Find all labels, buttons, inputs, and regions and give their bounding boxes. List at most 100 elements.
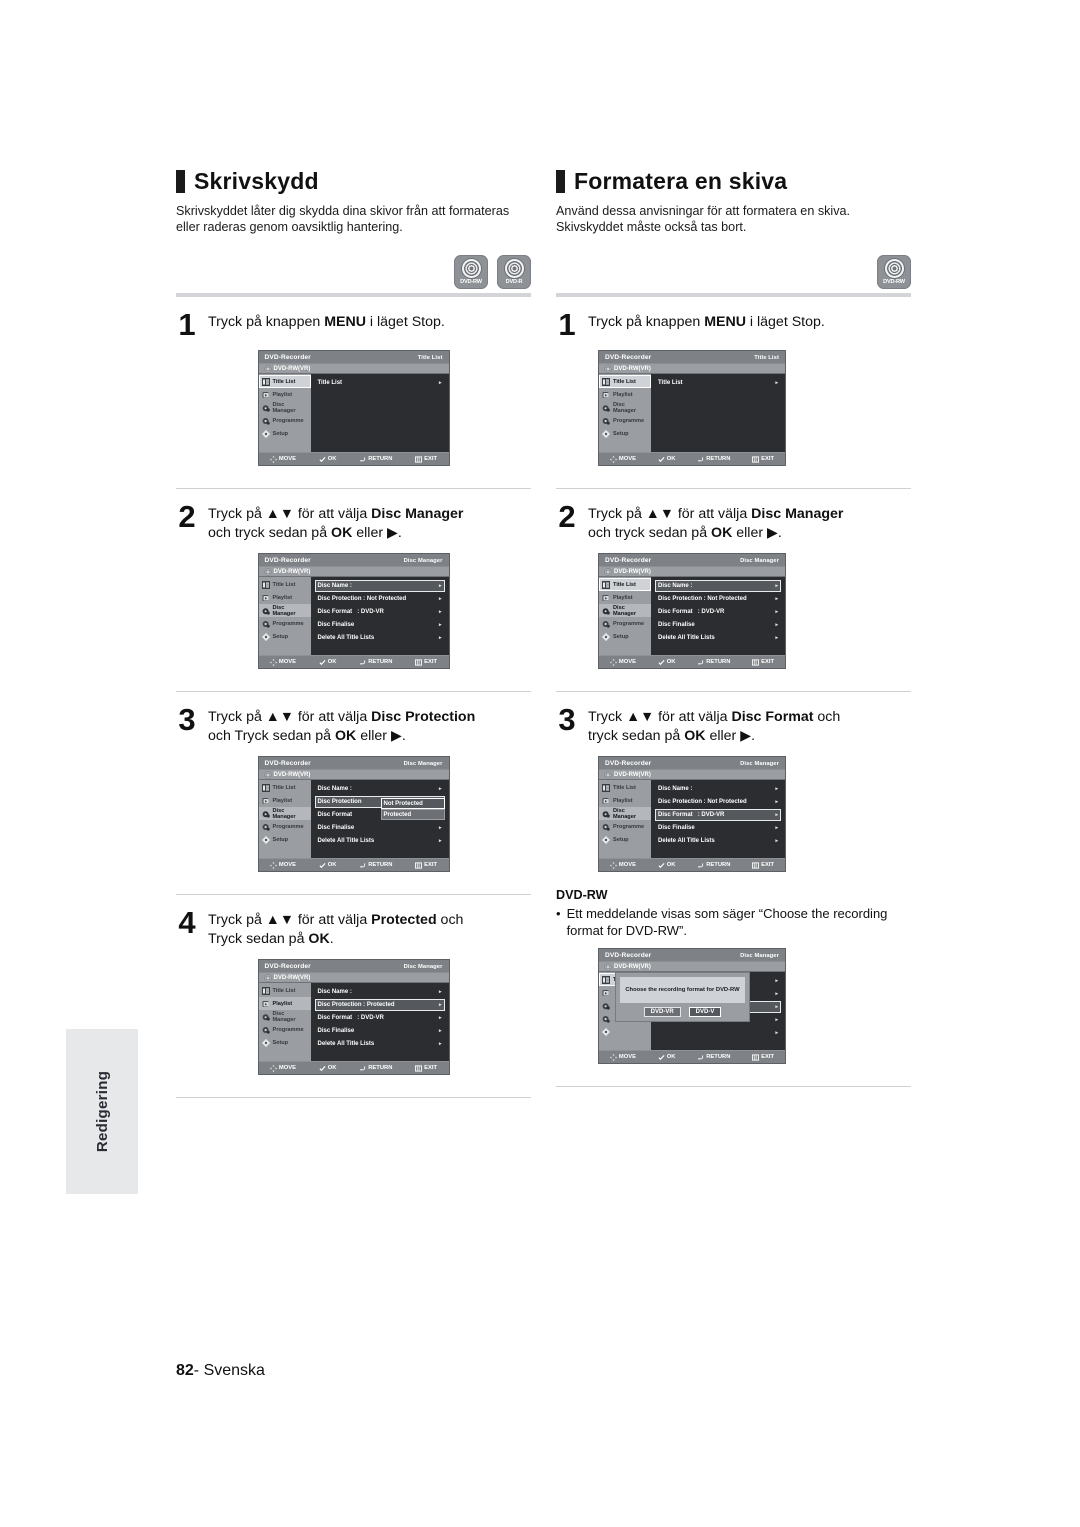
osd-row-disc-protection[interactable]: Disc Protection : Not Protected ▸ bbox=[655, 593, 781, 605]
dvd-vr-button[interactable]: DVD-VR bbox=[643, 1007, 681, 1017]
osd-footer-move[interactable]: MOVE bbox=[269, 861, 296, 869]
osd-footer-move[interactable]: MOVE bbox=[269, 1064, 296, 1072]
osd-footer-ok[interactable]: OK bbox=[319, 862, 336, 869]
osd-row-disc-finalise[interactable]: Disc Finalise ▸ bbox=[655, 619, 781, 631]
osd-footer-ok[interactable]: OK bbox=[319, 1065, 336, 1072]
osd-nav-title-list[interactable]: Title List bbox=[599, 781, 651, 794]
osd-row-delete-all[interactable]: Delete All Title Lists ▸ bbox=[315, 1038, 445, 1050]
osd-footer-exit[interactable]: EXIT bbox=[752, 658, 774, 666]
osd-nav-playlist[interactable]: Playlist bbox=[259, 794, 311, 807]
osd-row-disc-name[interactable]: Disc Name : ▸ bbox=[315, 986, 445, 998]
osd-nav-setup[interactable]: Setup bbox=[599, 833, 651, 846]
osd-footer-exit[interactable]: EXIT bbox=[752, 455, 774, 463]
osd-row-delete-all[interactable]: ▸ bbox=[655, 1027, 781, 1039]
osd-footer-return[interactable]: RETURN bbox=[697, 862, 730, 869]
osd-row-disc-finalise[interactable]: Disc Finalise ▸ bbox=[315, 822, 445, 834]
osd-row-disc-finalise[interactable]: Disc Finalise ▸ bbox=[315, 1025, 445, 1037]
osd-footer-ok[interactable]: OK bbox=[319, 456, 336, 463]
osd-nav-title-list[interactable]: Title List bbox=[599, 578, 651, 591]
osd-nav-playlist[interactable]: Playlist bbox=[599, 591, 651, 604]
osd-footer-return[interactable]: RETURN bbox=[359, 659, 392, 666]
osd-row-delete-all[interactable]: Delete All Title Lists ▸ bbox=[655, 632, 781, 644]
osd-footer-return[interactable]: RETURN bbox=[697, 1054, 730, 1061]
osd-footer-exit[interactable]: EXIT bbox=[415, 861, 437, 869]
osd-nav-title-list[interactable]: Title List bbox=[599, 375, 651, 388]
osd-row-delete-all[interactable]: Delete All Title Lists ▸ bbox=[655, 835, 781, 847]
osd-nav-disc-manager[interactable]: Disc Manager bbox=[259, 401, 311, 414]
osd-dropdown-disc-protection[interactable]: Not Protected Protected bbox=[380, 798, 445, 820]
osd-nav-title-list[interactable]: Title List bbox=[258, 375, 311, 388]
osd-row-title-list[interactable]: Title List ▸ bbox=[655, 377, 781, 389]
osd-nav-disc-manager[interactable]: Disc Manager bbox=[258, 604, 311, 617]
osd-nav-setup[interactable]: Setup bbox=[259, 427, 311, 440]
osd-nav-programme[interactable]: Programme bbox=[599, 820, 651, 833]
osd-footer-ok[interactable]: OK bbox=[658, 659, 675, 666]
osd-nav-disc-manager[interactable]: Disc Manager bbox=[258, 807, 311, 820]
osd-nav-programme[interactable]: Programme bbox=[259, 414, 311, 427]
osd-row-disc-format[interactable]: Disc Format : DVD-VR ▸ bbox=[315, 606, 445, 618]
osd-row-disc-finalise[interactable]: Disc Finalise ▸ bbox=[655, 822, 781, 834]
osd-nav-setup[interactable]: Setup bbox=[599, 427, 651, 440]
osd-nav-disc-manager[interactable]: Disc Manager bbox=[259, 1010, 311, 1023]
osd-footer-ok[interactable]: OK bbox=[319, 659, 336, 666]
osd-row-disc-name[interactable]: Disc Name : ▸ bbox=[314, 580, 445, 592]
osd-nav-playlist[interactable]: Playlist bbox=[258, 997, 311, 1010]
osd-nav-playlist[interactable]: Playlist bbox=[259, 388, 311, 401]
osd-nav-playlist[interactable]: Playlist bbox=[259, 591, 311, 604]
osd-footer-move[interactable]: MOVE bbox=[269, 455, 296, 463]
osd-footer-exit[interactable]: EXIT bbox=[752, 861, 774, 869]
osd-footer-move[interactable]: MOVE bbox=[609, 658, 636, 666]
osd-row-disc-protection[interactable]: Disc Protection : Protected ▸ bbox=[314, 999, 445, 1011]
osd-nav-setup[interactable]: Setup bbox=[259, 833, 311, 846]
osd-footer-move[interactable]: MOVE bbox=[609, 1053, 636, 1061]
osd-row-disc-format[interactable]: Disc Format : DVD-VR ▸ bbox=[315, 1012, 445, 1024]
osd-nav-programme[interactable]: Programme bbox=[599, 414, 651, 427]
osd-row-disc-format[interactable]: Disc Format : DVD-VR ▸ bbox=[655, 606, 781, 618]
osd-footer-move[interactable]: MOVE bbox=[609, 455, 636, 463]
osd-nav-playlist[interactable]: Playlist bbox=[599, 794, 651, 807]
osd-row-disc-protection[interactable]: Disc Protection : Not Protected ▸ bbox=[655, 796, 781, 808]
osd-footer-return[interactable]: RETURN bbox=[359, 1065, 392, 1072]
osd-nav-setup[interactable] bbox=[599, 1025, 651, 1038]
osd-footer-ok[interactable]: OK bbox=[658, 862, 675, 869]
step-text-bold: MENU bbox=[704, 314, 746, 330]
osd-footer-exit[interactable]: EXIT bbox=[415, 658, 437, 666]
osd-nav-programme[interactable]: Programme bbox=[259, 820, 311, 833]
osd-footer-move[interactable]: MOVE bbox=[269, 658, 296, 666]
osd-footer-ok[interactable]: OK bbox=[658, 456, 675, 463]
osd-footer-move[interactable]: MOVE bbox=[609, 861, 636, 869]
osd-row-title-list[interactable]: Title List ▸ bbox=[315, 377, 445, 389]
osd-footer-exit[interactable]: EXIT bbox=[415, 455, 437, 463]
osd-nav-setup[interactable]: Setup bbox=[599, 630, 651, 643]
osd-row-disc-name[interactable]: Disc Name : ▸ bbox=[655, 580, 781, 592]
dvd-v-button[interactable]: DVD-V bbox=[688, 1007, 722, 1017]
osd-footer-ok[interactable]: OK bbox=[658, 1054, 675, 1061]
osd-nav-disc-manager[interactable]: Disc Manager bbox=[599, 807, 651, 820]
osd-footer-return[interactable]: RETURN bbox=[697, 456, 730, 463]
osd-row-disc-protection[interactable]: Disc Protection : Not Protected ▸ bbox=[315, 593, 445, 605]
osd-nav-programme[interactable]: Programme bbox=[259, 1023, 311, 1036]
osd-row-delete-all[interactable]: Delete All Title Lists ▸ bbox=[315, 835, 445, 847]
osd-nav-title-list[interactable]: Title List bbox=[259, 578, 311, 591]
osd-nav-disc-manager[interactable]: Disc Manager bbox=[599, 401, 651, 414]
dropdown-option-not-protected[interactable]: Not Protected bbox=[380, 798, 445, 809]
osd-nav-setup[interactable]: Setup bbox=[259, 1036, 311, 1049]
osd-nav-setup[interactable]: Setup bbox=[259, 630, 311, 643]
osd-footer-exit[interactable]: EXIT bbox=[752, 1053, 774, 1061]
osd-row-disc-format[interactable]: Disc Format : DVD-VR ▸ bbox=[655, 809, 781, 821]
osd-nav-playlist[interactable]: Playlist bbox=[599, 388, 651, 401]
osd-row-disc-finalise[interactable]: Disc Finalise ▸ bbox=[315, 619, 445, 631]
osd-row-delete-all[interactable]: Delete All Title Lists ▸ bbox=[315, 632, 445, 644]
osd-nav-disc-manager[interactable]: Disc Manager bbox=[599, 604, 651, 617]
osd-nav-title-list[interactable]: Title List bbox=[259, 781, 311, 794]
osd-nav-programme[interactable]: Programme bbox=[259, 617, 311, 630]
osd-row-disc-name[interactable]: Disc Name : ▸ bbox=[655, 783, 781, 795]
osd-footer-return[interactable]: RETURN bbox=[359, 862, 392, 869]
osd-footer-return[interactable]: RETURN bbox=[697, 659, 730, 666]
osd-nav-programme[interactable]: Programme bbox=[599, 617, 651, 630]
osd-nav-title-list[interactable]: Title List bbox=[259, 984, 311, 997]
dropdown-option-protected[interactable]: Protected bbox=[380, 809, 445, 820]
osd-row-disc-name[interactable]: Disc Name : ▸ bbox=[315, 783, 445, 795]
osd-footer-return[interactable]: RETURN bbox=[359, 456, 392, 463]
osd-footer-exit[interactable]: EXIT bbox=[415, 1064, 437, 1072]
